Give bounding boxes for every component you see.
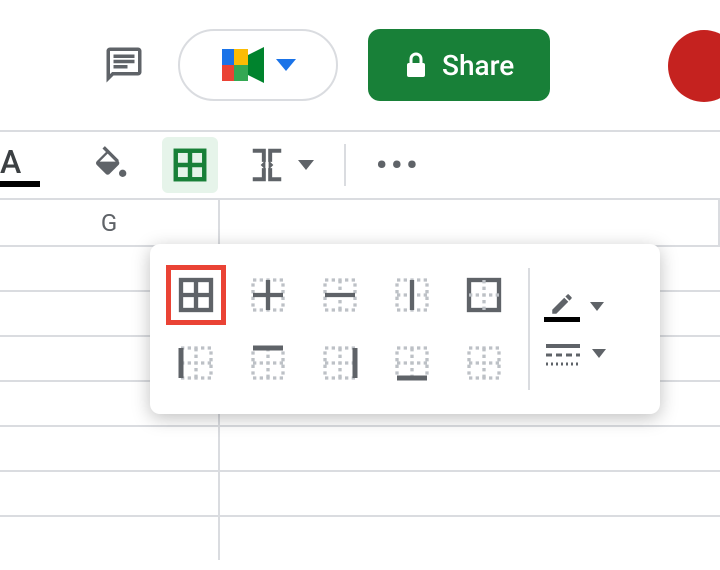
borders-popup (150, 244, 660, 414)
chevron-down-icon (590, 302, 604, 311)
border-inner-button[interactable] (238, 265, 298, 325)
border-style-icon (544, 340, 582, 368)
text-color-letter: A (0, 143, 40, 181)
share-button[interactable]: Share (368, 29, 550, 101)
merge-cells-icon (248, 146, 286, 184)
merge-cells-button[interactable] (248, 146, 314, 184)
column-header-g[interactable]: G (0, 200, 220, 245)
more-toolbar-button[interactable]: ••• (376, 148, 421, 183)
account-avatar[interactable] (668, 30, 720, 102)
borders-button[interactable] (162, 137, 218, 193)
text-color-button[interactable]: A (0, 143, 40, 187)
border-color-button[interactable] (544, 291, 606, 322)
border-outer-button[interactable] (454, 265, 514, 325)
border-top-button[interactable] (238, 333, 298, 393)
pencil-icon (547, 291, 577, 317)
column-headers: G (0, 200, 720, 245)
border-left-button[interactable] (166, 333, 226, 393)
column-header-h[interactable] (220, 200, 720, 245)
share-label: Share (442, 49, 514, 82)
meet-icon (220, 45, 268, 85)
border-color-swatch (544, 317, 580, 322)
border-right-button[interactable] (310, 333, 370, 393)
toolbar-separator (344, 144, 346, 186)
borders-icon (171, 146, 209, 184)
border-bottom-button[interactable] (382, 333, 442, 393)
border-clear-button[interactable] (454, 333, 514, 393)
comment-history-button[interactable] (100, 41, 148, 89)
fill-color-button[interactable] (86, 140, 136, 190)
lock-icon (404, 51, 428, 79)
chevron-down-icon (592, 349, 606, 358)
paint-bucket-icon (91, 145, 131, 185)
popup-separator (528, 268, 530, 390)
border-vertical-button[interactable] (382, 265, 442, 325)
border-style-button[interactable] (544, 340, 606, 368)
border-horizontal-button[interactable] (310, 265, 370, 325)
chevron-down-icon (298, 160, 314, 170)
comment-icon (103, 44, 145, 86)
border-all-button[interactable] (166, 265, 226, 325)
text-color-swatch (0, 181, 40, 187)
google-meet-button[interactable] (178, 29, 338, 101)
chevron-down-icon (276, 59, 296, 71)
